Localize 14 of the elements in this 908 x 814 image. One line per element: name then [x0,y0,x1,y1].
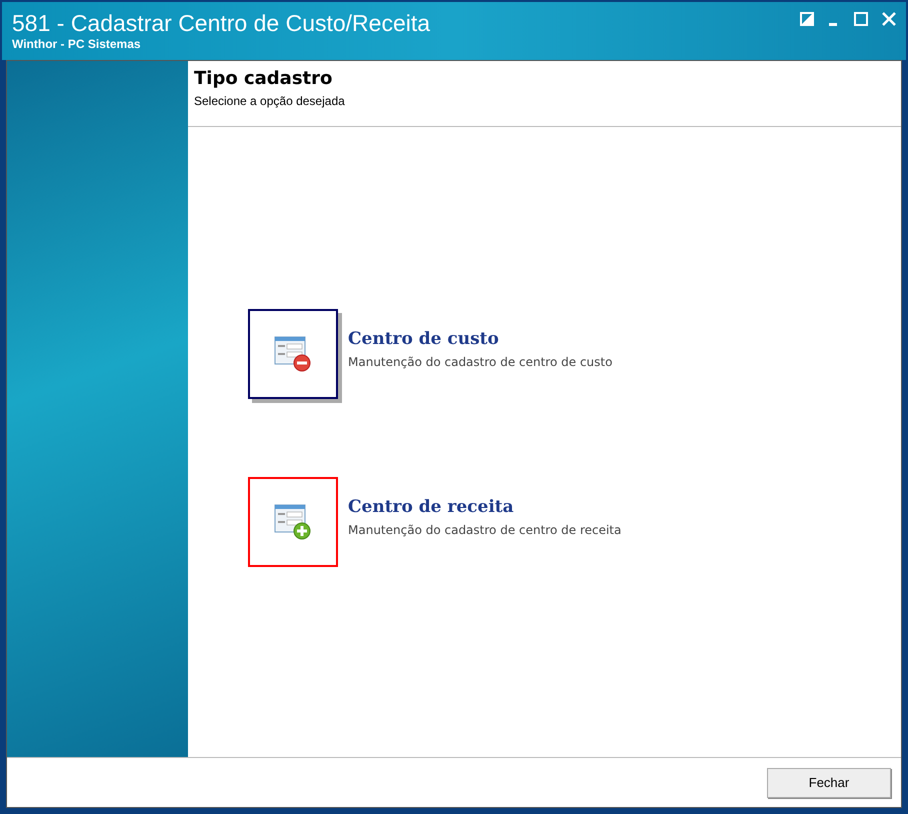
header-subtitle: Selecione a opção desejada [194,93,346,110]
header-title: Tipo cadastro [194,67,334,91]
form-minus-icon [274,335,312,373]
option-description: Manutenção do cadastro de centro de receita [348,522,622,538]
restore-icon[interactable] [800,12,814,26]
window-subtitle: Winthor - PC Sistemas [12,36,142,52]
maximize-icon[interactable] [854,12,868,26]
option-title: Centro de custo [348,328,500,351]
close-icon[interactable] [882,12,896,26]
option-description: Manutenção do cadastro de centro de custo [348,354,612,370]
option-title: Centro de receita [348,496,515,519]
close-button[interactable]: Fechar [767,768,891,798]
form-plus-icon [274,503,312,541]
window-title: 581 - Cadastrar Centro de Custo/Receita [12,10,430,36]
